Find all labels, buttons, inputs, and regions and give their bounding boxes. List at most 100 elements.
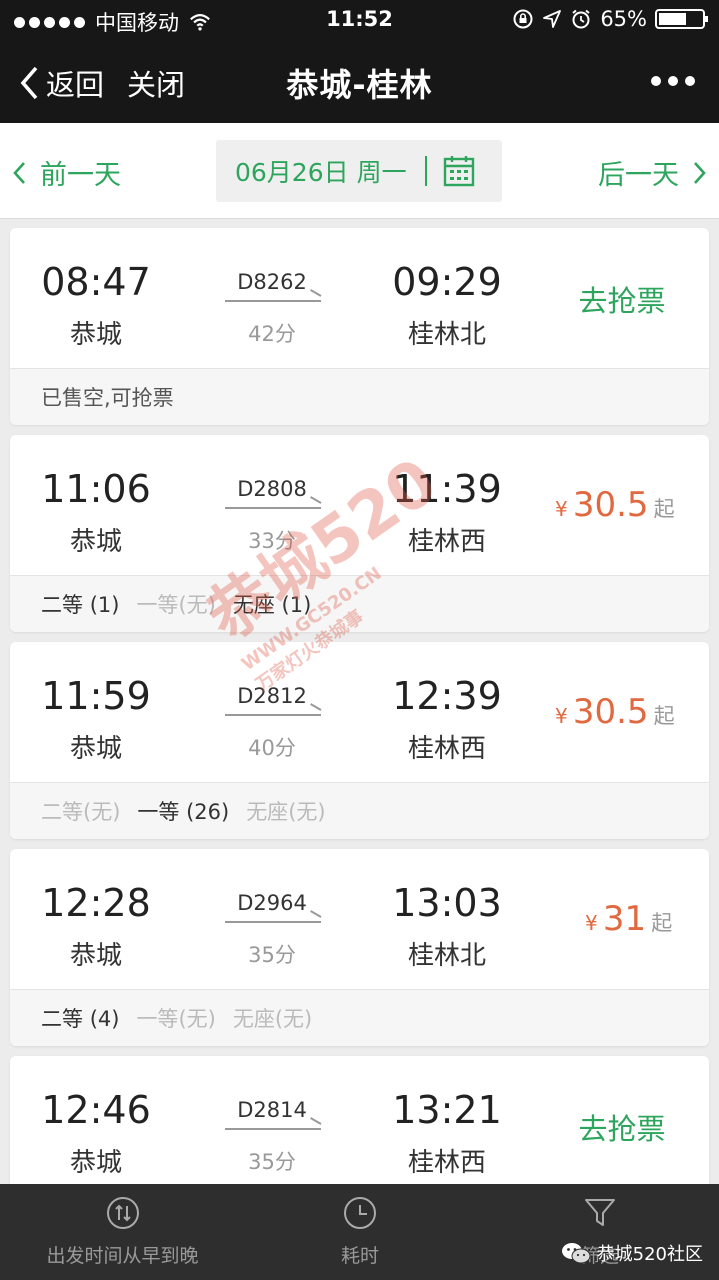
ticket-price: ¥ 30.5 起 [555,692,705,732]
seat-class: 二等 (1) [41,593,120,617]
page-title: 恭城-桂林 [286,66,433,104]
account-watermark: 恭城520社区 [561,1240,703,1266]
grab-ticket-button[interactable]: 去抢票 [565,278,679,320]
sort-by-duration-label: 耗时 [340,1245,379,1267]
price-suffix: 起 [653,497,675,521]
location-icon [543,10,562,28]
sort-by-duration-button[interactable]: 耗时 [320,1184,400,1280]
departure-station: 恭城 [69,320,122,350]
trip-duration: 35分 [248,943,296,967]
currency-symbol: ¥ [555,497,568,521]
departure-station: 恭城 [69,734,122,764]
route-arrow-icon [225,300,321,302]
ticket-price: ¥ 30.5 起 [555,485,705,525]
chevron-right-icon [694,161,706,184]
seat-class: 无座(无) [232,1007,313,1031]
sold-out-note: 已售空,可抢票 [10,368,709,425]
departure-time: 11:06 [41,467,151,511]
clock-icon [344,1197,376,1229]
departure-time: 08:47 [41,260,151,304]
filter-icon [585,1199,615,1226]
arrival-station: 桂林北 [407,320,486,350]
train-list: 08:47 恭城 D8262 42分 09:29 桂林北 去抢票 已售空,可抢票… [10,228,709,1206]
trip-duration: 40分 [248,736,296,760]
seat-class: 二等(无) [41,800,121,824]
selected-date: 06月26日 周一 [235,158,407,187]
grab-ticket-button[interactable]: 去抢票 [565,1106,679,1148]
train-card-main[interactable]: 11:06 恭城 D2808 33分 11:39 桂林西 ¥ 30.5 起 [10,435,709,575]
seat-class: 一等(无) [136,593,216,617]
arrival-station: 桂林西 [407,1148,486,1178]
route-arrow-icon [225,507,321,509]
seat-class: 无座 (1) [232,593,312,617]
seat-class: 一等(无) [136,1007,216,1031]
route-arrow-icon [225,921,321,923]
price-value: 30.5 [572,692,649,732]
arrival-time: 09:29 [392,260,502,304]
departure-time: 12:46 [41,1088,151,1132]
arrival-time: 13:21 [392,1088,502,1132]
battery-icon [655,9,708,29]
departure-station: 恭城 [69,527,122,557]
train-number: D2964 [237,891,307,915]
sort-icon [106,1197,139,1229]
train-card[interactable]: 08:47 恭城 D8262 42分 09:29 桂林北 去抢票 已售空,可抢票 [10,228,709,425]
arrival-time: 13:03 [392,881,502,925]
departure-station: 恭城 [69,941,122,971]
departure-time: 12:28 [41,881,151,925]
price-suffix: 起 [653,704,675,728]
date-divider [424,156,427,186]
train-card[interactable]: 11:06 恭城 D2808 33分 11:39 桂林西 ¥ 30.5 起 二等… [10,435,709,632]
seat-class: 一等 (26) [137,800,230,824]
status-bar: 中国移动 11:52 65% [0,0,719,40]
calendar-icon [443,156,474,187]
seat-availability: 二等 (4) 一等(无) 无座(无) [10,989,709,1046]
seat-class: 无座(无) [246,800,326,824]
more-menu-icon[interactable] [651,76,695,86]
train-card-main[interactable]: 08:47 恭城 D8262 42分 09:29 桂林北 去抢票 [10,228,709,368]
trip-duration: 42分 [248,322,296,346]
train-number: D2808 [237,477,307,501]
train-number: D2812 [237,684,307,708]
train-card[interactable]: 11:59 恭城 D2812 40分 12:39 桂林西 ¥ 30.5 起 二等… [10,642,709,839]
next-day-button[interactable]: 后一天 [598,153,707,192]
previous-day-button[interactable]: 前一天 [12,153,121,192]
train-card-main[interactable]: 12:46 恭城 D2814 35分 13:21 桂林西 去抢票 [10,1056,709,1196]
arrival-station: 桂林西 [407,734,486,764]
ticket-price: ¥ 31 起 [585,899,709,939]
train-number: D2814 [237,1098,307,1122]
seat-availability: 二等 (1) 一等(无) 无座 (1) [10,575,709,632]
arrival-station: 桂林北 [407,941,486,971]
navigation-bar: 返回 关闭 恭城-桂林 [0,40,719,123]
date-selector: 前一天 06月26日 周一 后一天 [0,123,719,219]
currency-symbol: ¥ [585,911,598,935]
chevron-left-icon [13,161,25,184]
next-day-label: 后一天 [598,160,679,191]
sold-out-text: 已售空,可抢票 [41,386,174,410]
departure-station: 恭城 [69,1148,122,1178]
route-arrow-icon [225,714,321,716]
price-value: 30.5 [572,485,649,525]
date-picker-button[interactable]: 06月26日 周一 [216,140,502,202]
previous-day-label: 前一天 [40,160,121,191]
arrival-time: 12:39 [392,674,502,718]
seat-availability: 二等(无) 一等 (26) 无座(无) [10,782,709,839]
status-bar-right: 65% [512,7,708,31]
trip-duration: 35分 [248,1150,296,1174]
route-arrow-icon [225,1128,321,1130]
train-card-main[interactable]: 11:59 恭城 D2812 40分 12:39 桂林西 ¥ 30.5 起 [10,642,709,782]
arrival-station: 桂林西 [407,527,486,557]
price-suffix: 起 [651,911,673,935]
battery-percent: 65% [600,7,647,31]
seat-class: 二等 (4) [41,1007,120,1031]
train-card[interactable]: 12:28 恭城 D2964 35分 13:03 桂林北 ¥ 31 起 二等 (… [10,849,709,1046]
sort-by-departure-label: 出发时间从早到晚 [46,1245,199,1267]
train-card-main[interactable]: 12:28 恭城 D2964 35分 13:03 桂林北 ¥ 31 起 [10,849,709,989]
rotation-lock-icon [513,9,533,29]
departure-time: 11:59 [41,674,151,718]
alarm-icon [572,9,590,29]
account-name: 恭城520社区 [596,1244,703,1265]
price-value: 31 [602,899,647,939]
train-card[interactable]: 12:46 恭城 D2814 35分 13:21 桂林西 去抢票 [10,1056,709,1196]
sort-by-departure-button[interactable]: 出发时间从早到晚 [40,1184,205,1280]
